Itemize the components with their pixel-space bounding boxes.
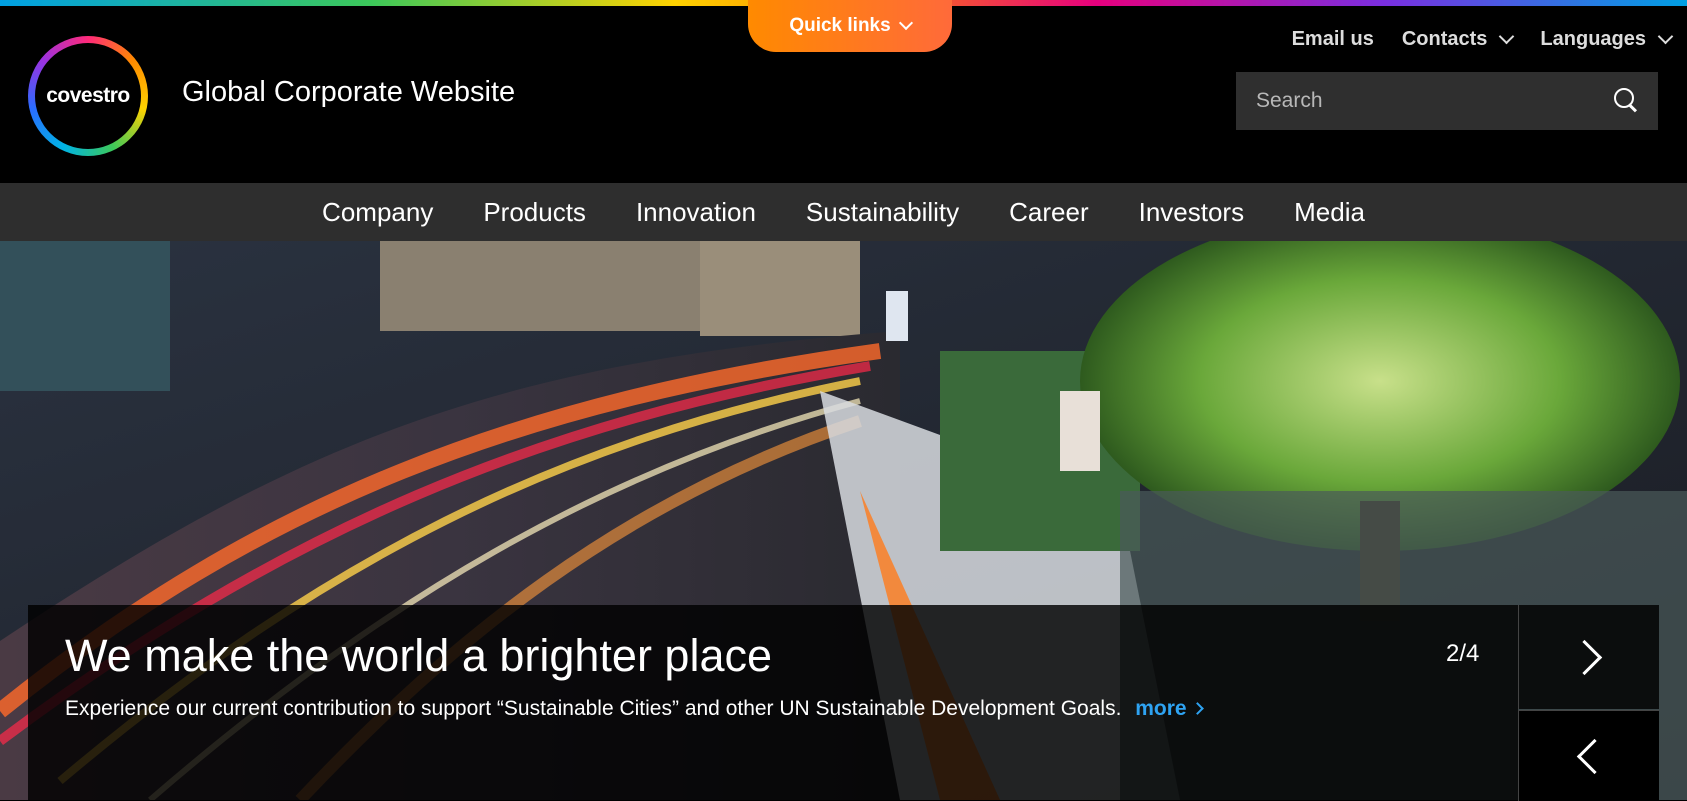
- hero-description: Experience our current contribution to s…: [65, 697, 1204, 721]
- more-link-label: more: [1135, 697, 1187, 720]
- chevron-right-icon: [1566, 639, 1602, 675]
- nav-item-products[interactable]: Products: [483, 197, 586, 228]
- hero-caption: We make the world a brighter place Exper…: [28, 605, 1518, 800]
- more-link[interactable]: more: [1135, 697, 1204, 720]
- chevron-down-icon: [898, 15, 913, 31]
- site-title: Global Corporate Website: [182, 76, 516, 108]
- hero-headline: We make the world a brighter place: [65, 630, 773, 681]
- nav-item-investors[interactable]: Investors: [1139, 197, 1245, 228]
- chevron-right-icon: [1190, 702, 1204, 715]
- main-nav: Company Products Innovation Sustainabili…: [0, 183, 1687, 241]
- chevron-left-icon: [1576, 738, 1612, 774]
- nav-item-innovation[interactable]: Innovation: [636, 197, 756, 228]
- covestro-logo[interactable]: covestro: [28, 36, 148, 156]
- quick-links-label: Quick links: [789, 15, 891, 36]
- contacts-dropdown[interactable]: Contacts: [1401, 28, 1515, 51]
- next-slide-button[interactable]: [1518, 605, 1659, 709]
- slide-counter: 2/4: [1446, 640, 1480, 667]
- languages-dropdown[interactable]: Languages: [1540, 28, 1674, 51]
- nav-item-sustainability[interactable]: Sustainability: [806, 197, 959, 228]
- nav-item-media[interactable]: Media: [1294, 197, 1365, 228]
- email-us-link[interactable]: Email us: [1292, 28, 1374, 51]
- contacts-label: Contacts: [1401, 28, 1488, 50]
- logo-wordmark: covestro: [35, 43, 141, 149]
- chevron-down-icon: [1657, 28, 1674, 45]
- quick-links-button[interactable]: Quick links: [748, 0, 952, 52]
- search-input[interactable]: [1254, 88, 1614, 114]
- email-us-label: Email us: [1291, 28, 1374, 50]
- utility-links: Email us Contacts Languages: [1292, 28, 1674, 51]
- search-box: [1236, 72, 1658, 130]
- previous-slide-button[interactable]: [1518, 710, 1659, 801]
- hero-description-text: Experience our current contribution to s…: [65, 697, 1122, 720]
- search-icon[interactable]: [1614, 88, 1640, 114]
- chevron-down-icon: [1499, 28, 1515, 45]
- nav-item-career[interactable]: Career: [1009, 197, 1088, 228]
- nav-item-company[interactable]: Company: [322, 197, 433, 228]
- languages-label: Languages: [1540, 28, 1646, 50]
